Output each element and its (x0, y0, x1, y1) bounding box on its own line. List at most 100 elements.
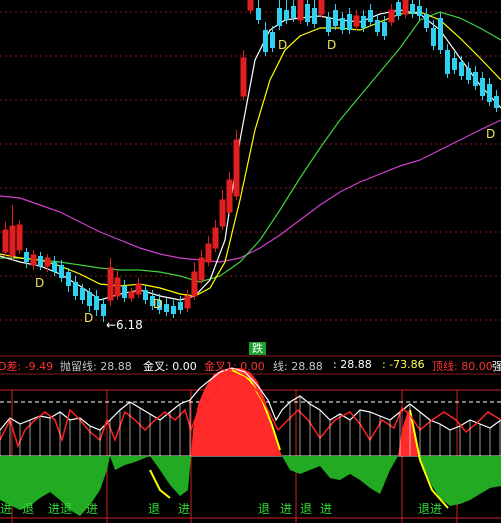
candle-body (318, 0, 325, 15)
candle-body (24, 252, 29, 262)
candle-body (291, 6, 296, 18)
candle-body (487, 84, 492, 102)
candle-body (2, 229, 9, 253)
ma-magenta-line (0, 119, 501, 263)
candle-body (171, 306, 176, 314)
d-marker: D (84, 311, 94, 325)
moving-averages (0, 9, 501, 301)
candle-body (128, 291, 135, 299)
candle-body (494, 96, 499, 108)
candle-body (178, 302, 183, 310)
indicator-value-3: 金叉1: 0.00 (204, 360, 265, 373)
candle-body (438, 18, 443, 50)
d-marker: D (35, 276, 45, 290)
indicator-value-0: D差: -9.49 (0, 360, 54, 373)
candle-body (402, 0, 409, 15)
candle-body (256, 8, 261, 20)
candle-body (87, 292, 92, 306)
indicator-value-6: : -73.86 (382, 358, 425, 371)
indicator-value-bar: D差: -9.49 抛留线: 28.88 金叉: 0.00 金叉1: 0.00 线: 2… (0, 357, 501, 373)
signal-label: 进 (430, 502, 443, 516)
signal-label: 退 (258, 502, 271, 516)
candle-body (466, 68, 471, 80)
price-gridlines (0, 11, 501, 321)
candle-body (38, 256, 43, 266)
candle-body (52, 262, 57, 272)
candle-body (326, 18, 331, 32)
indicator-value-1: 抛留线: 28.88 (60, 360, 132, 373)
signal-label: 退 (300, 502, 313, 516)
candle-body (219, 199, 226, 227)
candle-body (473, 72, 478, 86)
candle-body (184, 295, 191, 309)
candle-body (16, 224, 23, 251)
candle-body (340, 18, 345, 30)
candle-body (66, 272, 71, 286)
candle-body (396, 2, 401, 16)
candle-body (122, 286, 127, 298)
candle-body (270, 32, 275, 48)
candle-body (382, 22, 387, 36)
candle-body (135, 283, 142, 295)
candle-body (297, 0, 304, 21)
candle-body (107, 267, 114, 301)
candle-body (94, 296, 99, 310)
signal-label: 进 (48, 502, 61, 516)
candle-body (233, 139, 240, 197)
indicator-value-4: 线: 28.88 (273, 360, 323, 373)
signal-label: 退 (22, 502, 35, 516)
signal-label: 进 (86, 502, 99, 516)
candle-body (305, 4, 310, 22)
chart-canvas (0, 0, 501, 523)
candle-body (312, 8, 317, 24)
candle-body (198, 257, 205, 281)
signal-label: 退 (148, 502, 161, 516)
candle-body (347, 14, 352, 30)
low-price-label: ←6.18 (106, 318, 143, 332)
red-area (191, 368, 418, 456)
candle-body (114, 277, 121, 297)
candle-body (205, 243, 212, 263)
candle-body (226, 179, 233, 213)
d-marker: D (278, 38, 288, 52)
candle-body (191, 271, 198, 297)
candle-body (284, 10, 289, 20)
signal-label: 退 (60, 502, 73, 516)
candle-body (424, 14, 429, 28)
candle-body (240, 57, 247, 97)
candle-body (247, 0, 254, 11)
indicator-value-8: 强 (492, 360, 501, 373)
ma-white-line (0, 9, 501, 301)
fall-badge: 跌 (249, 342, 266, 355)
candle-body (143, 290, 148, 300)
candle-body (73, 282, 78, 296)
candle-body (333, 10, 338, 26)
d-marker: D (153, 297, 163, 311)
candle-body (480, 78, 485, 96)
candle-body (410, 4, 415, 14)
d-marker: D (327, 38, 337, 52)
signal-label: 进 (320, 502, 333, 516)
candle-body (445, 50, 450, 74)
candle-body (353, 15, 360, 27)
candle-body (417, 6, 422, 16)
candle-body (361, 16, 366, 28)
candle-body (277, 8, 282, 26)
candle-body (30, 254, 37, 266)
signal-label: 退 (418, 502, 431, 516)
ma-green-line (0, 11, 501, 283)
indicator-value-7: 顶线: 80.00 (432, 360, 493, 373)
candlesticks (2, 0, 499, 322)
indicator-value-5: : 28.88 (333, 358, 372, 371)
candle-body (368, 10, 373, 22)
signal-label: 进 (280, 502, 293, 516)
indicator-value-2: 金叉: 0.00 (143, 360, 197, 373)
stock-chart-window: { "price_panel": { "low_label": "←6.18",… (0, 0, 501, 523)
candle-body (452, 58, 457, 70)
candle-body (212, 227, 219, 249)
candle-body (101, 304, 106, 316)
candle-body (44, 257, 51, 267)
d-marker: D (486, 127, 496, 141)
candle-body (431, 28, 436, 46)
candle-body (375, 20, 380, 32)
